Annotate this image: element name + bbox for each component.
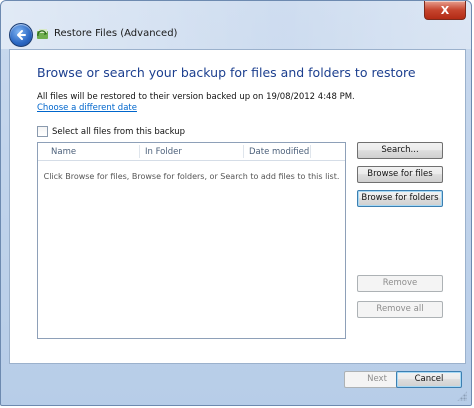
select-all-checkbox[interactable] (37, 126, 48, 137)
window-title: Restore Files (Advanced) (54, 28, 178, 39)
restore-files-window: X Restore Files (Advanced) Browse or sea… (0, 0, 472, 406)
back-arrow-icon (17, 30, 26, 40)
content-panel: Browse or search your backup for files a… (9, 49, 466, 364)
browse-for-files-button[interactable]: Browse for files (357, 166, 443, 183)
empty-list-message: Click Browse for files, Browse for folde… (43, 172, 340, 181)
resize-grip-icon[interactable] (457, 391, 467, 401)
select-all-label: Select all files from this backup (52, 126, 186, 137)
backup-info-text: All files will be restored to their vers… (37, 92, 355, 102)
title-bar (1, 1, 471, 49)
select-all-checkbox-row[interactable]: Select all files from this backup (37, 126, 185, 137)
remove-button[interactable]: Remove (357, 275, 443, 292)
main-instruction: Browse or search your backup for files a… (37, 65, 416, 80)
cancel-button[interactable]: Cancel (396, 371, 462, 388)
column-divider[interactable] (243, 145, 244, 158)
close-icon: X (440, 3, 450, 17)
close-button[interactable]: X (424, 1, 466, 20)
column-divider[interactable] (139, 145, 140, 158)
restore-files-icon (37, 29, 48, 39)
remove-all-button[interactable]: Remove all (357, 301, 443, 318)
column-header-date-modified[interactable]: Date modified (249, 147, 309, 157)
choose-different-date-link[interactable]: Choose a different date (37, 103, 137, 113)
list-header: Name In Folder Date modified (38, 143, 345, 161)
column-divider[interactable] (310, 145, 311, 158)
files-list-view[interactable]: Name In Folder Date modified Click Brows… (37, 142, 346, 339)
search-button[interactable]: Search... (357, 142, 443, 159)
column-header-in-folder[interactable]: In Folder (145, 147, 182, 157)
back-button[interactable] (9, 23, 33, 47)
column-header-name[interactable]: Name (51, 147, 76, 157)
browse-for-folders-button[interactable]: Browse for folders (357, 190, 443, 207)
